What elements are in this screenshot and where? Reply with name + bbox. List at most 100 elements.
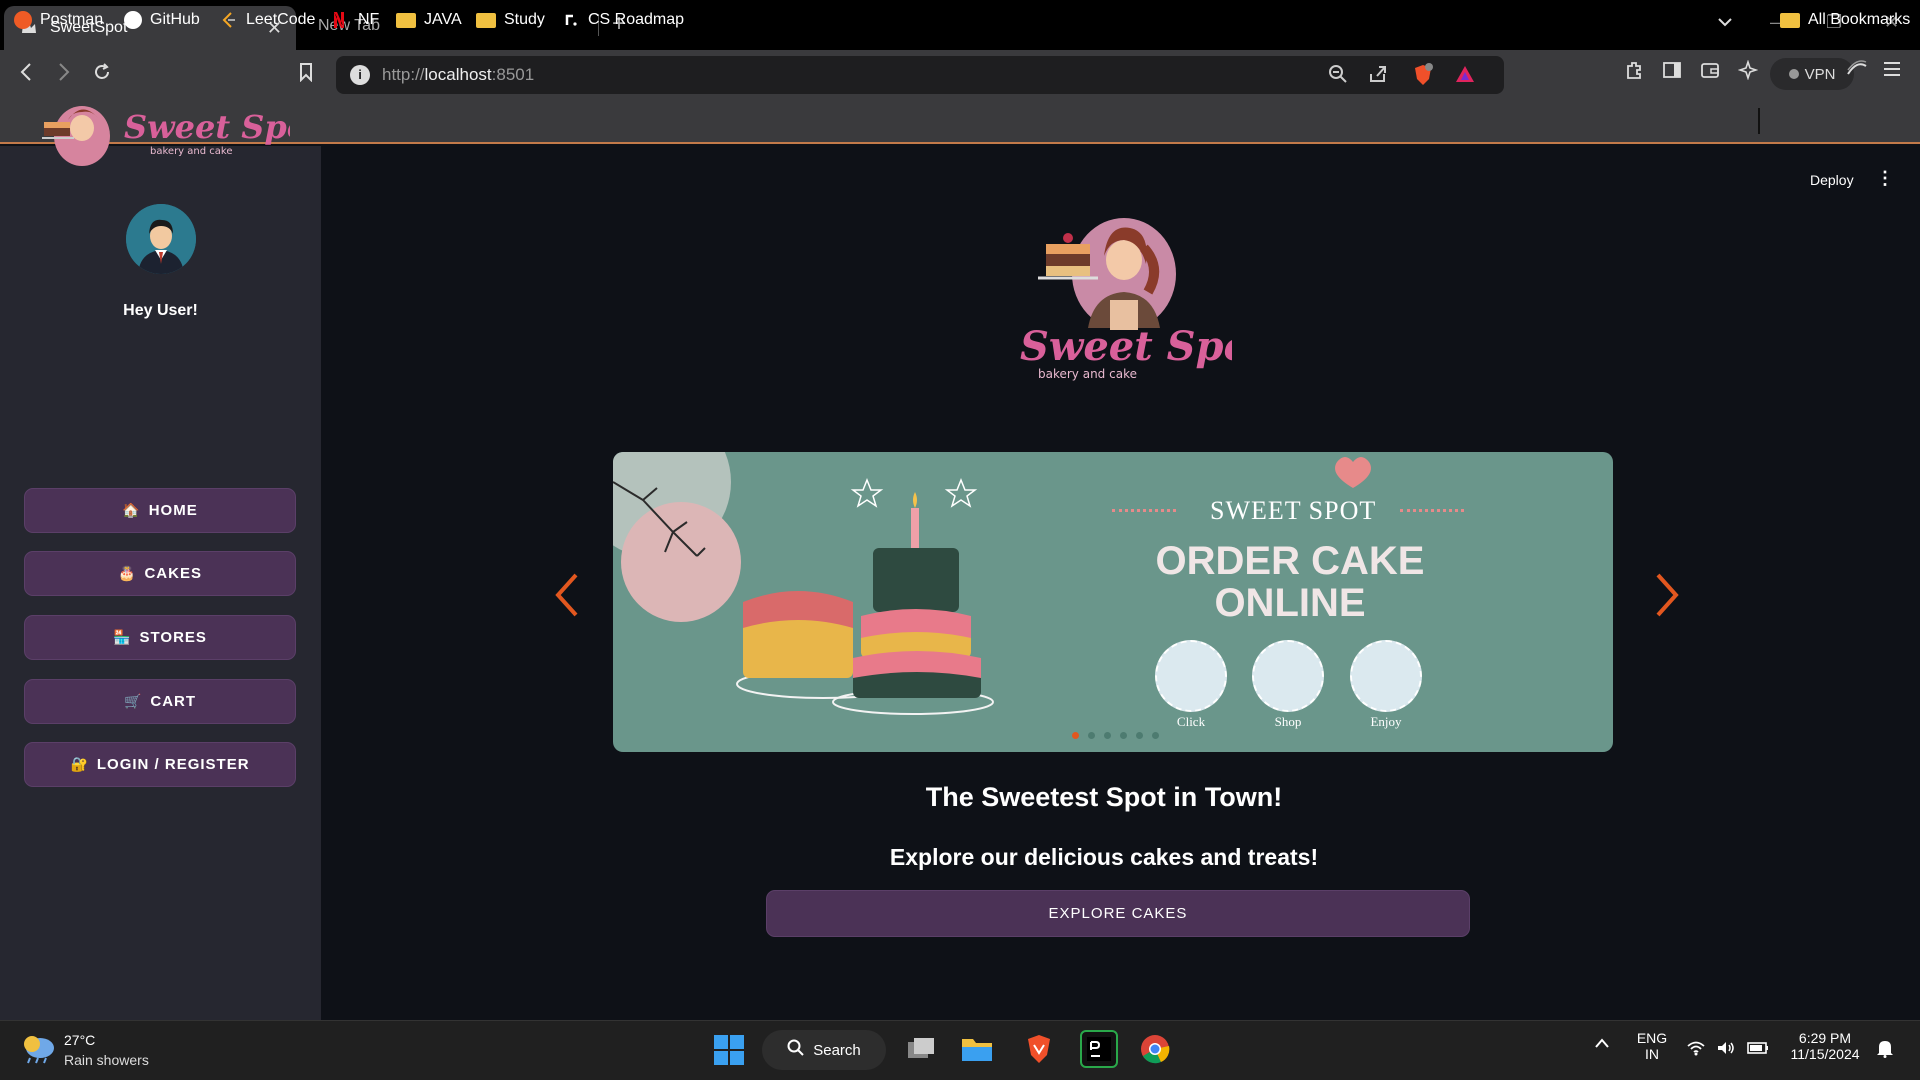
clock-date: 11/15/2024 <box>1790 1046 1860 1062</box>
back-icon[interactable] <box>18 62 34 88</box>
reload-icon[interactable] <box>92 62 112 88</box>
decor-dotline-left <box>1112 509 1176 512</box>
cake-icon: 🎂 <box>118 565 137 581</box>
search-icon <box>787 1039 805 1061</box>
bookmark-label: GitHub <box>150 11 200 28</box>
bookmark-folder-study[interactable]: Study <box>476 11 545 29</box>
vpn-label: VPN <box>1804 65 1836 83</box>
step-label: Click <box>1176 714 1206 729</box>
postman-icon <box>14 11 32 29</box>
bookmark-leetcode[interactable]: LeetCode <box>220 11 315 29</box>
avatar <box>126 204 196 274</box>
address-bar[interactable]: i http://localhost:8501 <box>336 56 1504 94</box>
windows-start-icon[interactable] <box>713 1034 745 1071</box>
file-explorer-icon[interactable] <box>958 1030 996 1068</box>
bookmark-cs-roadmap[interactable]: CS Roadmap <box>562 11 684 29</box>
taskbar-search[interactable]: Search <box>762 1030 886 1070</box>
folder-icon <box>396 12 416 28</box>
brave-shield-icon[interactable] <box>1412 63 1434 92</box>
leo-ai-icon[interactable] <box>1737 59 1759 85</box>
wifi-icon[interactable] <box>1686 1040 1706 1059</box>
carousel-dot[interactable] <box>1152 732 1159 739</box>
volume-icon[interactable] <box>1716 1040 1736 1059</box>
site-info-icon[interactable]: i <box>350 65 370 85</box>
nav-label: STORES <box>139 629 207 646</box>
bookmark-folder-java[interactable]: JAVA <box>396 11 462 29</box>
folder-icon <box>1780 12 1800 28</box>
bookmark-label: All Bookmarks <box>1808 11 1911 28</box>
bookmark-label: Study <box>504 11 545 28</box>
bookmarks-divider <box>1758 108 1760 134</box>
github-icon <box>124 11 142 29</box>
carousel-dot[interactable] <box>1104 732 1111 739</box>
bookmark-nf[interactable]: NF <box>332 11 379 29</box>
carousel-dot[interactable] <box>1136 732 1143 739</box>
all-bookmarks-button[interactable]: All Bookmarks <box>1780 11 1910 29</box>
nav-label: CART <box>150 693 197 710</box>
vpn-button[interactable]: VPN <box>1770 58 1854 90</box>
nav-stores-button[interactable]: 🏪 STORES <box>24 615 296 660</box>
lang-bottom: IN <box>1645 1046 1659 1062</box>
chrome-icon[interactable] <box>1136 1030 1174 1068</box>
weather-icon[interactable] <box>20 1032 56 1069</box>
shop-step-icon <box>1252 640 1324 712</box>
nav-label: LOGIN / REGISTER <box>96 756 250 773</box>
bookmark-page-icon[interactable] <box>298 62 314 88</box>
click-step-icon <box>1155 640 1227 712</box>
profile-icon[interactable] <box>1846 60 1868 85</box>
carousel-dot[interactable] <box>1120 732 1127 739</box>
bookmark-postman[interactable]: Postman <box>14 11 103 29</box>
more-options-icon[interactable]: ⋮ <box>1876 168 1894 189</box>
tab-search-chevron-icon[interactable] <box>1717 12 1733 33</box>
carousel-dot[interactable] <box>1088 732 1095 739</box>
pycharm-icon[interactable] <box>1080 1030 1118 1068</box>
carousel-dot[interactable] <box>1072 732 1079 739</box>
explore-cakes-button[interactable]: EXPLORE CAKES <box>766 890 1470 937</box>
nav-login-register-button[interactable]: 🔐 LOGIN / REGISTER <box>24 742 296 787</box>
bookmark-label: NF <box>358 11 380 28</box>
lock-icon: 🔐 <box>70 756 89 772</box>
menu-hamburger-icon[interactable] <box>1882 60 1902 83</box>
brave-browser-icon[interactable] <box>1020 1030 1058 1068</box>
folder-icon <box>476 12 496 28</box>
carousel-next-icon[interactable] <box>1652 572 1682 627</box>
bookmark-label: Postman <box>40 11 104 28</box>
share-icon[interactable] <box>1368 64 1388 89</box>
search-label: Search <box>813 1041 861 1059</box>
carousel-prev-icon[interactable] <box>552 572 582 627</box>
sweet-spot-main-logo-icon: Sweet Spot bakery and cake <box>1020 218 1232 381</box>
zoom-icon[interactable] <box>1328 64 1348 89</box>
sidebar-toggle-icon[interactable] <box>1662 60 1682 85</box>
decor-dotline-right <box>1400 509 1464 512</box>
wallet-icon[interactable] <box>1700 60 1720 85</box>
page-headline: The Sweetest Spot in Town! <box>925 782 1283 812</box>
store-icon: 🏪 <box>113 629 132 645</box>
greeting-text: Hey User! <box>123 302 198 319</box>
language-indicator[interactable]: ENG IN <box>1632 1030 1672 1062</box>
svg-text:Sweet Spot: Sweet Spot <box>1020 323 1232 370</box>
show-hidden-icons[interactable] <box>1594 1036 1610 1052</box>
bookmark-label: JAVA <box>424 11 462 28</box>
task-view-icon[interactable] <box>902 1030 940 1068</box>
vpn-status-icon <box>1788 69 1799 79</box>
brave-rewards-icon[interactable] <box>1454 64 1476 89</box>
nav-cart-button[interactable]: 🛒 CART <box>24 679 296 724</box>
roadmap-icon <box>562 11 580 29</box>
leetcode-icon <box>220 11 238 29</box>
sweet-spot-logo-icon: Sweet Spot bakery and cake <box>42 106 290 166</box>
weather-description: Rain showers <box>64 1052 149 1068</box>
clock[interactable]: 6:29 PM 11/15/2024 <box>1780 1030 1870 1062</box>
page-subheadline: Explore our delicious cakes and treats! <box>889 844 1319 870</box>
extensions-icon[interactable] <box>1624 60 1644 85</box>
enjoy-step-icon <box>1350 640 1422 712</box>
nav-cakes-button[interactable]: 🎂 CAKES <box>24 551 296 596</box>
nav-home-button[interactable]: 🏠 HOME <box>24 488 296 533</box>
bookmark-label: CS Roadmap <box>588 11 685 28</box>
banner-heading: ORDER CAKE ONLINE <box>1155 539 1425 625</box>
forward-icon[interactable] <box>56 62 72 88</box>
bookmark-github[interactable]: GitHub <box>124 11 200 29</box>
deploy-button[interactable]: Deploy <box>1810 172 1854 188</box>
notifications-bell-icon[interactable] <box>1876 1038 1894 1061</box>
battery-icon[interactable] <box>1746 1040 1770 1059</box>
netflix-icon <box>332 11 350 29</box>
